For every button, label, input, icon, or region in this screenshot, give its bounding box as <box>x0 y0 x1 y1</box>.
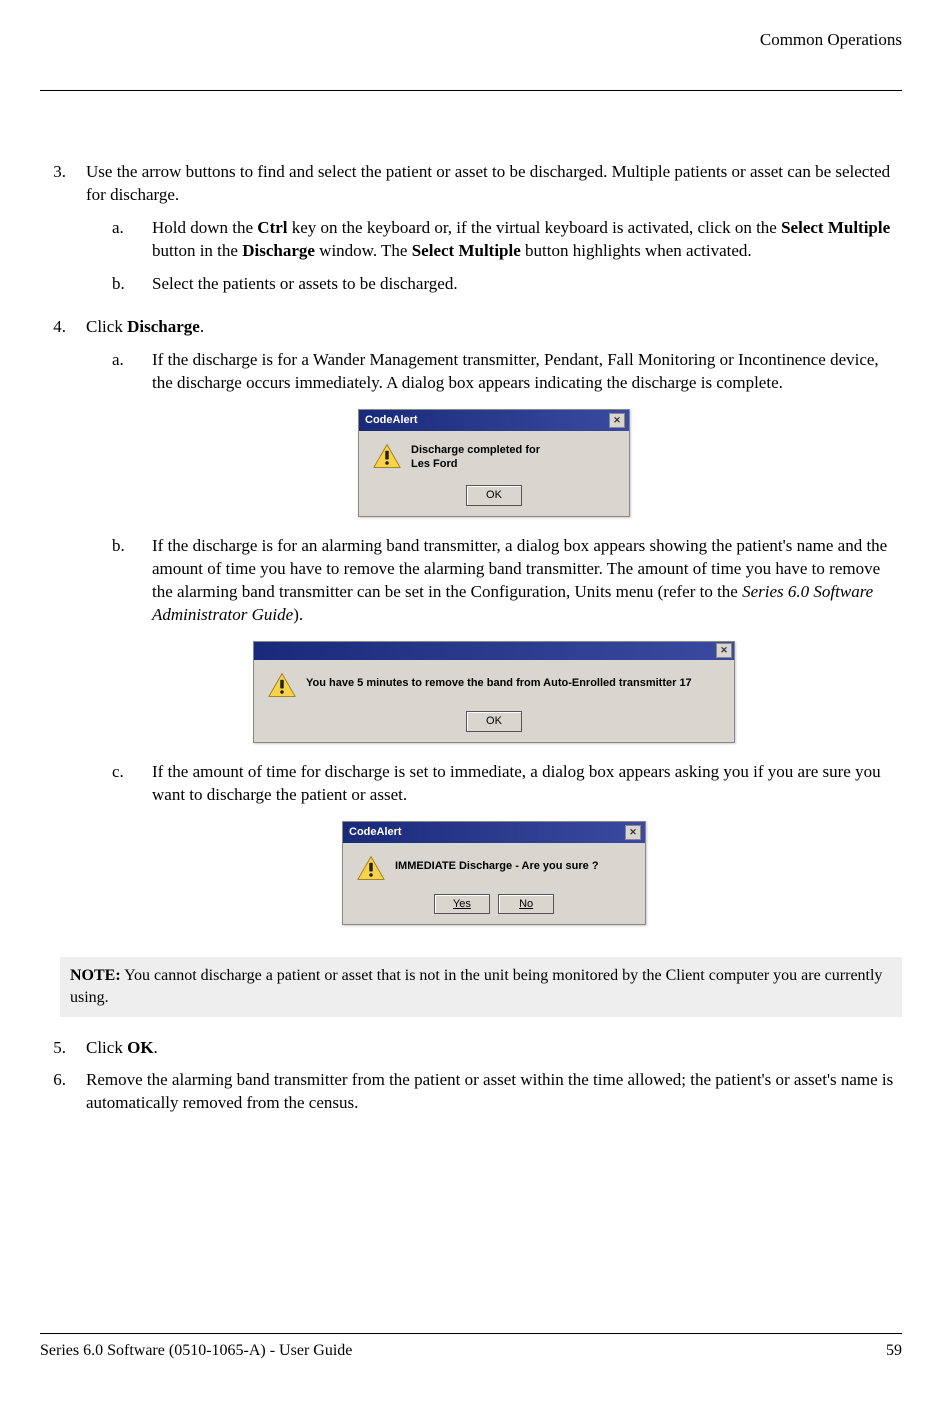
header-rule <box>40 90 902 91</box>
step-3b: b. Select the patients or assets to be d… <box>112 273 902 296</box>
text: Click <box>86 317 127 336</box>
dialog-title-text: CodeAlert <box>349 825 402 840</box>
text: . <box>200 317 204 336</box>
step-3a: a. Hold down the Ctrl key on the keyboar… <box>112 217 902 263</box>
text: Click <box>86 1038 127 1057</box>
close-icon[interactable]: ✕ <box>716 643 732 658</box>
dialog-message-line2: Les Ford <box>411 457 540 472</box>
bold-discharge: Discharge <box>242 241 315 260</box>
step-4c: c. If the amount of time for discharge i… <box>112 761 902 807</box>
bold-ok: OK <box>127 1038 153 1057</box>
text: If the amount of time for discharge is s… <box>152 761 902 807</box>
dialog-message: IMMEDIATE Discharge - Are you sure ? <box>395 860 599 872</box>
warning-icon <box>373 443 401 469</box>
sub-letter: b. <box>112 535 152 627</box>
step-number: 3. <box>40 161 86 306</box>
text: button in the <box>152 241 242 260</box>
page-number: 59 <box>886 1342 902 1360</box>
close-icon[interactable]: ✕ <box>609 413 625 428</box>
dialog-titlebar: ✕ <box>254 642 734 660</box>
dialog-titlebar: CodeAlert ✕ <box>343 822 645 843</box>
step-4a: a. If the discharge is for a Wander Mana… <box>112 349 902 395</box>
step-6: 6. Remove the alarming band transmitter … <box>40 1069 902 1115</box>
step-4: 4. Click Discharge. a. If the discharge … <box>40 316 902 944</box>
step-3: 3. Use the arrow buttons to find and sel… <box>40 161 902 306</box>
ok-button[interactable]: OK <box>466 485 522 506</box>
close-icon[interactable]: ✕ <box>625 825 641 840</box>
step-number: 5. <box>40 1037 86 1060</box>
sub-letter: a. <box>112 217 152 263</box>
step-5: 5. Click OK. <box>40 1037 902 1060</box>
sub-letter: c. <box>112 761 152 807</box>
bold-select-multiple-2: Select Multiple <box>412 241 521 260</box>
content-body: 3. Use the arrow buttons to find and sel… <box>40 161 902 1115</box>
text: window. The <box>315 241 412 260</box>
text: Remove the alarming band transmitter fro… <box>86 1069 902 1115</box>
step-number: 4. <box>40 316 86 944</box>
dialog-message-line1: Discharge completed for <box>411 443 540 458</box>
dialog-remove-band: ✕ You have 5 minutes to remove the band … <box>253 641 735 743</box>
text: Hold down the <box>152 218 257 237</box>
text: . <box>154 1038 158 1057</box>
text: key on the keyboard or, if the virtual k… <box>288 218 782 237</box>
step-text: Use the arrow buttons to find and select… <box>86 162 890 204</box>
footer-left: Series 6.0 Software (0510-1065-A) - User… <box>40 1342 352 1360</box>
text: button highlights when activated. <box>521 241 752 260</box>
dialog-discharge-complete: CodeAlert ✕ Discharge completed for Les … <box>358 409 630 518</box>
note-box: NOTE: You cannot discharge a patient or … <box>60 957 902 1016</box>
step-4b: b. If the discharge is for an alarming b… <box>112 535 902 627</box>
bold-select-multiple: Select Multiple <box>781 218 890 237</box>
no-button[interactable]: No <box>498 894 554 915</box>
note-text: You cannot discharge a patient or asset … <box>70 967 882 1006</box>
dialog-titlebar: CodeAlert ✕ <box>359 410 629 431</box>
dialog-immediate-discharge: CodeAlert ✕ IMMEDIATE Discharge - Are yo… <box>342 821 646 926</box>
footer-rule <box>40 1333 902 1334</box>
text: If the discharge is for a Wander Managem… <box>152 349 902 395</box>
text: ). <box>293 605 303 624</box>
bold-discharge: Discharge <box>127 317 200 336</box>
dialog-message: You have 5 minutes to remove the band fr… <box>306 677 692 689</box>
dialog-title-text: CodeAlert <box>365 413 418 428</box>
page-footer: Series 6.0 Software (0510-1065-A) - User… <box>40 1333 902 1360</box>
note-label: NOTE: <box>70 967 121 984</box>
bold-ctrl: Ctrl <box>257 218 287 237</box>
warning-icon <box>357 855 385 881</box>
sub-letter: b. <box>112 273 152 296</box>
header-section: Common Operations <box>40 30 902 50</box>
yes-button[interactable]: Yes <box>434 894 490 915</box>
sub-letter: a. <box>112 349 152 395</box>
ok-button[interactable]: OK <box>466 711 522 732</box>
warning-icon <box>268 672 296 698</box>
step-number: 6. <box>40 1069 86 1115</box>
text: Select the patients or assets to be disc… <box>152 273 902 296</box>
